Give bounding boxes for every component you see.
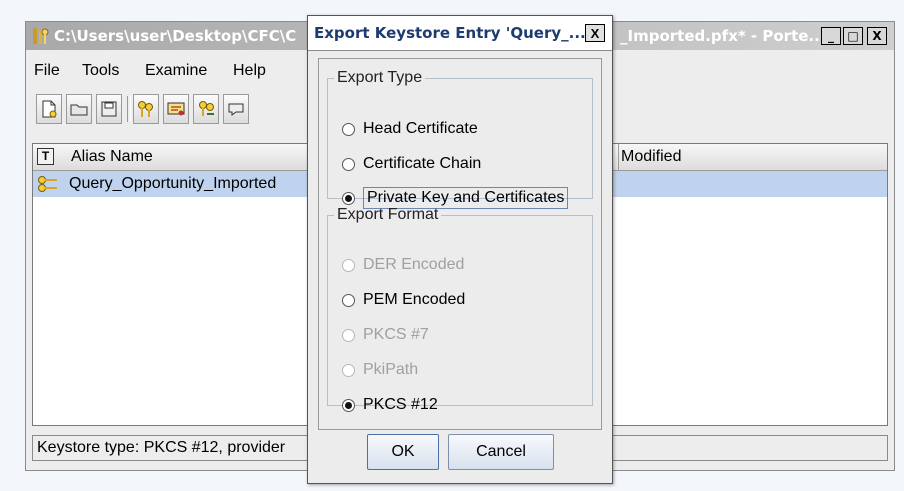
modified-column-header[interactable]: Modified [621,148,681,166]
new-keystore-button[interactable] [36,94,62,124]
radio-head-certificate[interactable]: Head Certificate [342,117,478,141]
radio-label: PKCS #12 [363,396,438,413]
radio-button-icon [342,191,355,205]
dialog-title: Export Keystore Entry 'Query_... [314,24,586,42]
close-button[interactable]: X [867,27,887,45]
status-text: Keystore type: PKCS #12, provider [37,439,286,456]
examine-button[interactable] [223,94,249,124]
save-keystore-icon [101,101,117,117]
export-dialog: Export Keystore Entry 'Query_... X Expor… [307,15,613,484]
entry-type-column-header[interactable]: T [37,148,54,165]
ok-button[interactable]: OK [367,434,439,470]
new-keystore-icon [42,100,57,118]
radio-button-icon [342,293,355,307]
maximize-icon: □ [847,29,859,43]
radio-button-icon [342,328,355,342]
main-window-title: C:\Users\user\Desktop\CFC\C [54,27,297,45]
radio-pkipath: PkiPath [342,358,418,382]
radio-button-icon [342,122,355,136]
generate-keypair-button[interactable] [133,94,159,124]
menu-tools[interactable]: Tools [82,62,119,80]
column-divider [618,144,619,170]
cancel-button[interactable]: Cancel [448,434,554,470]
keypair-icon [38,176,57,192]
export-format-legend: Export Format [337,206,439,223]
menu-examine[interactable]: Examine [145,62,207,80]
dialog-body: Export Type Head Certificate Certificate… [318,58,602,430]
import-keypair-icon [199,101,214,116]
save-keystore-button[interactable] [96,94,122,124]
close-icon: X [590,25,600,41]
close-icon: X [872,29,882,43]
generate-certificate-button[interactable] [163,94,189,124]
main-window-title-suffix: _Imported.pfx* - Porte... [620,27,826,45]
toolbar-separator [127,96,131,122]
dialog-close-button[interactable]: X [585,24,605,42]
radio-label: DER Encoded [363,256,465,273]
radio-button-icon [342,157,355,171]
radio-label: PEM Encoded [363,291,466,308]
radio-button-icon [342,363,355,377]
minimize-icon: _ [828,29,834,43]
radio-pkcs7: PKCS #7 [342,323,429,347]
radio-certificate-chain[interactable]: Certificate Chain [342,152,481,176]
open-keystore-button[interactable] [66,94,92,124]
radio-button-icon [342,258,355,272]
radio-pem-encoded[interactable]: PEM Encoded [342,288,465,312]
radio-label: Head Certificate [363,120,478,137]
radio-der-encoded: DER Encoded [342,253,464,277]
examine-icon [228,103,244,116]
generate-keypair-icon [138,101,153,117]
menu-help[interactable]: Help [233,62,266,80]
export-type-group: Export Type Head Certificate Certificate… [327,69,593,209]
minimize-button[interactable]: _ [821,27,841,45]
app-icon [33,28,49,44]
maximize-button[interactable]: □ [843,27,863,45]
import-keypair-button[interactable] [193,94,219,124]
dialog-titlebar[interactable]: Export Keystore Entry 'Query_... X [308,16,612,51]
export-format-group: Export Format DER Encoded PEM Encoded PK… [327,206,593,413]
radio-label: PkiPath [363,361,419,378]
radio-label: PKCS #7 [363,326,429,343]
radio-pkcs12[interactable]: PKCS #12 [342,393,438,417]
export-type-legend: Export Type [337,69,423,86]
alias-cell: Query_Opportunity_Imported [69,175,277,192]
generate-certificate-icon [167,102,185,116]
alias-column-header[interactable]: Alias Name [71,148,153,166]
open-keystore-icon [70,104,88,116]
radio-label: Certificate Chain [363,155,482,172]
menu-file[interactable]: File [34,62,60,80]
radio-button-icon [342,398,355,412]
